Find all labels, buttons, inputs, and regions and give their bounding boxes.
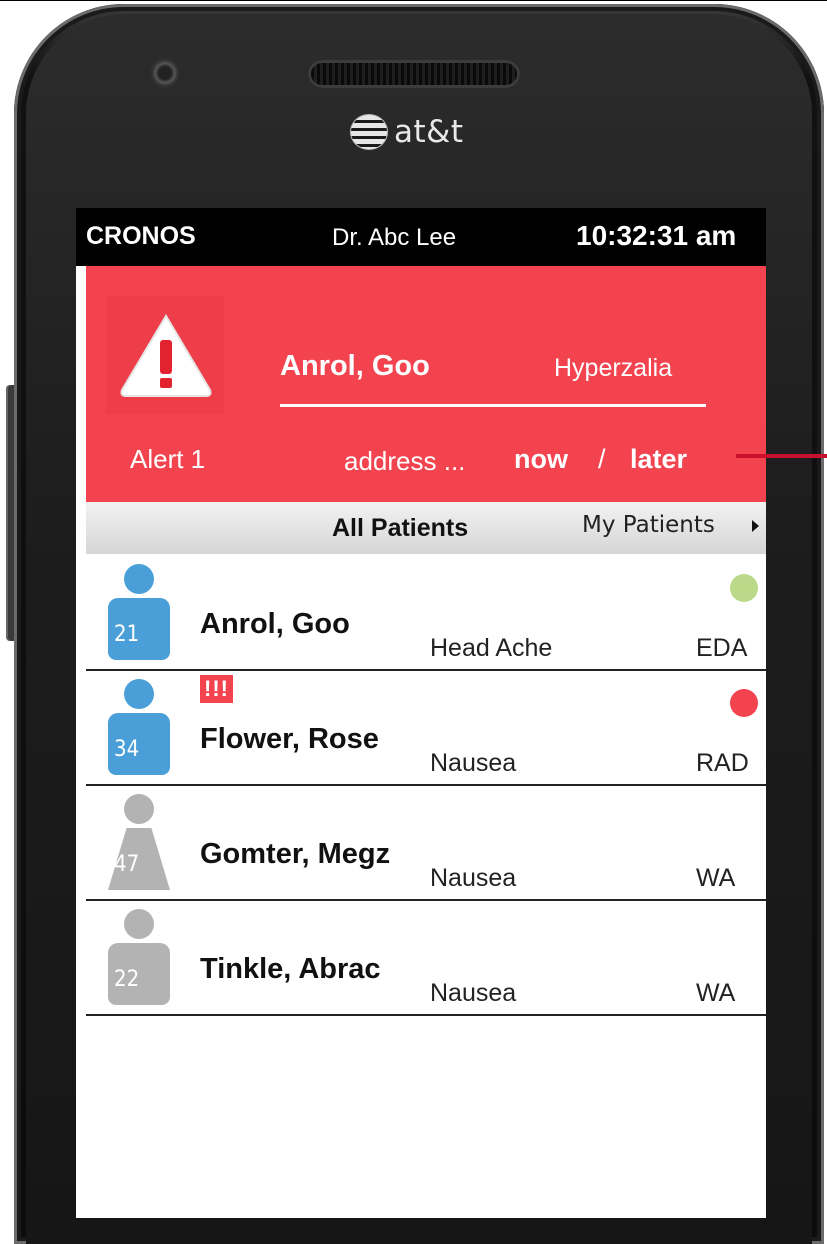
patient-complaint: Nausea (430, 749, 517, 777)
alert-patient-name[interactable]: Anrol, Goo (280, 350, 430, 383)
status-dot-icon (730, 689, 758, 717)
patient-avatar-icon: 47 (108, 794, 170, 894)
patient-complaint: Nausea (430, 979, 517, 1007)
patient-row[interactable]: 47 Gomter, Megz Nausea WA (86, 784, 766, 901)
app-name: CRONOS (86, 222, 196, 250)
carrier-name: at&t (394, 114, 464, 150)
patient-name: Flower, Rose (200, 723, 379, 755)
patient-department: WA (696, 979, 736, 1007)
patient-age: 47 (114, 852, 140, 877)
patient-avatar-icon: 34 (108, 679, 170, 779)
status-dot-icon (730, 574, 758, 602)
phone-screen: CRONOS Dr. Abc Lee 10:32:31 am Alert 1 A… (76, 208, 766, 1218)
chevron-right-icon[interactable] (752, 520, 759, 532)
page-top-border (0, 0, 827, 1)
status-bar: CRONOS Dr. Abc Lee 10:32:31 am (76, 208, 766, 266)
sensor-icon (246, 70, 254, 78)
patient-name: Gomter, Megz (200, 838, 391, 870)
patient-complaint: Head Ache (430, 634, 553, 662)
patient-avatar-icon: 22 (108, 909, 170, 1009)
alert-condition: Hyperzalia (554, 354, 673, 382)
warning-triangle-icon (120, 314, 212, 397)
alert-divider (280, 404, 706, 407)
patient-age: 34 (114, 737, 140, 762)
priority-badge: !!! (200, 675, 233, 703)
alert-now-button[interactable]: now (514, 444, 568, 475)
doctor-name: Dr. Abc Lee (332, 224, 457, 251)
sensor-icon (285, 70, 291, 76)
patient-complaint: Nausea (430, 864, 517, 892)
att-globe-icon (350, 114, 388, 150)
alert-later-button[interactable]: later (630, 444, 687, 475)
patient-department: RAD (696, 749, 749, 777)
annotation-pointer-line (736, 454, 827, 458)
patient-department: WA (696, 864, 736, 892)
tab-all-patients[interactable]: All Patients (332, 514, 468, 543)
patient-age: 21 (114, 622, 140, 647)
patient-name: Tinkle, Abrac (200, 953, 381, 985)
speaker-grille (308, 60, 520, 88)
patient-list: 21 Anrol, Goo Head Ache EDA 34!!! Flower, Ros… (86, 554, 766, 1218)
patient-department: EDA (696, 634, 748, 662)
tab-my-patients[interactable]: My Patients (582, 512, 715, 538)
alert-address-text: address ... (344, 446, 466, 476)
patient-row[interactable]: 22 Tinkle, Abrac Nausea WA (86, 899, 766, 1016)
alert-panel[interactable]: Alert 1 Anrol, Goo Hyperzalia address ..… (86, 266, 766, 502)
patient-tabs: All Patients My Patients (86, 502, 766, 554)
patient-row[interactable]: 21 Anrol, Goo Head Ache EDA (86, 554, 766, 671)
patient-age: 22 (114, 967, 140, 992)
alert-separator: / (598, 444, 606, 474)
patient-avatar-icon: 21 (108, 564, 170, 664)
patient-row[interactable]: 34!!! Flower, Rose Nausea RAD (86, 669, 766, 786)
clock: 10:32:31 am (576, 220, 737, 251)
carrier-logo: at&t (350, 110, 463, 154)
alert-label: Alert 1 (130, 444, 206, 474)
camera-lens-icon (150, 58, 180, 88)
patient-name: Anrol, Goo (200, 608, 350, 640)
